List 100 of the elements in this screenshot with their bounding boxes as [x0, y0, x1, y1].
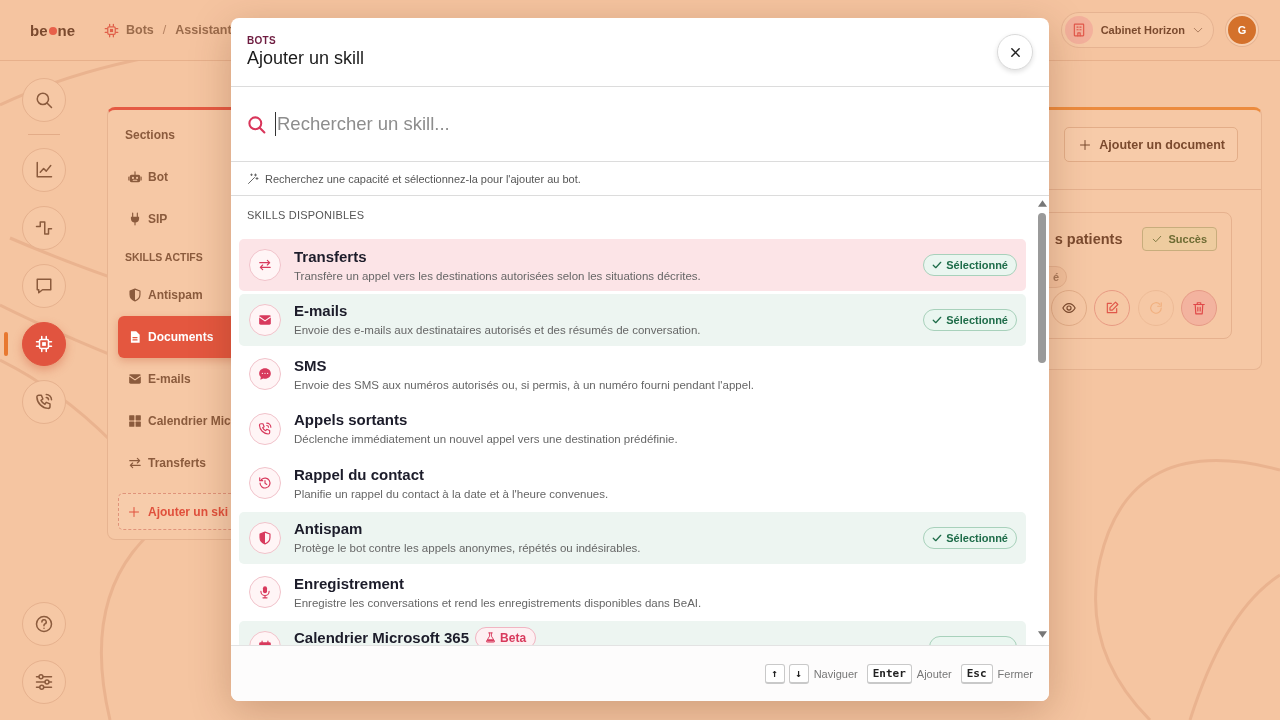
breadcrumb-separator: /: [162, 23, 167, 37]
help-icon: [35, 615, 53, 633]
hint-text: Recherchez une capacité et sélectionnez-la pour l'ajouter au bot.: [265, 172, 581, 185]
microphone-icon: [249, 576, 281, 608]
skill-name: SMS: [294, 355, 327, 375]
check-icon: [932, 314, 943, 325]
chip-icon: [35, 335, 53, 353]
shortcut-label: Naviguer: [813, 667, 858, 680]
nav-button[interactable]: [22, 602, 66, 646]
plus-icon: [128, 505, 140, 518]
nav-button[interactable]: [22, 78, 66, 122]
check-icon: [932, 260, 943, 270]
shield-icon: [128, 288, 142, 302]
sliders-icon: [35, 673, 53, 691]
dialog-title: Ajouter un skill: [247, 48, 365, 69]
skill-option[interactable]: Appels sortants Déclenche immédiatement un nouvel appel vers une destination prédéfinie.: [239, 402, 1026, 455]
skill-name: Rappel du contact: [294, 464, 424, 484]
logo-dot-icon: [48, 27, 57, 35]
check-icon: [1152, 234, 1163, 244]
sms-bubble-icon: [249, 358, 281, 390]
chip-icon: [104, 22, 120, 38]
history-icon: [249, 467, 281, 499]
search-field[interactable]: Rechercher un skill...: [275, 112, 1033, 136]
selected-label: Sélectionné: [946, 259, 1008, 271]
magic-wand-icon: [247, 172, 259, 185]
key-cap: ↑: [764, 663, 785, 684]
workspace-selector[interactable]: Cabinet Horizon: [1060, 12, 1214, 48]
logo-text: ne: [57, 21, 76, 39]
selected-label: Sélectionné: [946, 531, 1008, 544]
scroll-down-arrow-icon[interactable]: [1037, 631, 1047, 638]
trash-icon: [1192, 301, 1206, 315]
close-button[interactable]: [997, 34, 1033, 70]
eye-icon: [1061, 301, 1076, 315]
shield-icon: [249, 521, 281, 554]
skill-name: Appels sortants: [294, 410, 408, 429]
breadcrumb-link[interactable]: Bots: [126, 23, 154, 37]
nav-button[interactable]: [22, 380, 66, 424]
plug-icon: [128, 212, 142, 226]
beta-label: Beta: [500, 630, 527, 645]
skill-description: Transfère un appel vers les destinations autorisées selon les situations décrites.: [294, 268, 701, 284]
nav-button[interactable]: [22, 322, 66, 366]
key-cap: ↓: [788, 663, 809, 684]
close-icon: [1009, 46, 1021, 58]
phone-icon: [35, 393, 53, 411]
search-icon: [35, 91, 53, 109]
skill-description: Envoie des SMS aux numéros autorisés ou, si permis, à un numéro fourni pendant l'appel.: [294, 377, 754, 393]
plus-icon: [1079, 138, 1092, 151]
skill-description: Enregistre les conversations et rend les enregistrements disponibles dans BeAI.: [294, 595, 702, 611]
nav-button[interactable]: [22, 660, 66, 704]
skill-option[interactable]: Calendrier Microsoft 365 Beta: [239, 620, 1026, 645]
skill-option[interactable]: Antispam Protège le bot contre les appels anonymes, répétés ou indésirables. Sélectionné: [239, 511, 1026, 564]
nav-button[interactable]: [22, 206, 66, 250]
breadcrumb-current[interactable]: Assistant: [175, 23, 232, 37]
edit-icon: [1105, 301, 1119, 315]
skill-option[interactable]: Enregistrement Enregistre les conversations et rend les enregistrements disponibles dans BeAI.: [239, 566, 1026, 618]
selected-label: Sélectionné: [946, 313, 1008, 326]
scroll-up-arrow-icon[interactable]: [1037, 200, 1047, 207]
check-icon: [932, 532, 943, 543]
document-icon: [128, 330, 142, 344]
view-button[interactable]: [1050, 290, 1087, 326]
shortcut-label: Ajouter: [916, 667, 952, 680]
document-title: s patients: [1054, 231, 1123, 247]
skill-name: Transferts: [294, 246, 367, 266]
edit-button[interactable]: [1094, 290, 1130, 326]
user-avatar[interactable]: G: [1226, 14, 1258, 46]
pulse-icon: [35, 219, 53, 237]
refresh-icon: [1148, 301, 1163, 315]
phone-icon: [249, 412, 281, 445]
dialog-eyebrow: BOTS: [247, 35, 277, 46]
flask-icon: [485, 632, 497, 643]
skill-name: Calendrier Microsoft 365: [294, 628, 470, 645]
key-cap: Esc: [960, 663, 993, 684]
grid-icon: [128, 414, 142, 428]
transfer-arrows-icon: [249, 249, 281, 281]
envelope-icon: [249, 303, 281, 336]
list-heading: SKILLS DISPONIBLES: [246, 208, 366, 223]
skill-description: Déclenche immédiatement un nouvel appel vers une destination prédéfinie.: [294, 432, 678, 447]
panel-heading: Sections: [125, 127, 175, 144]
skill-option[interactable]: Transferts Transfère un appel vers les destinations autorisées selon les situations décrites. Sélectionné: [239, 239, 1026, 291]
nav-button[interactable]: [22, 264, 66, 308]
envelope-icon: [128, 372, 142, 386]
logo-text: be: [30, 21, 48, 39]
scrollbar-thumb[interactable]: [1038, 213, 1046, 363]
line-chart-icon: [35, 161, 53, 179]
add-document-button[interactable]: Ajouter un document: [1064, 127, 1238, 162]
transfer-arrows-icon: [128, 456, 142, 470]
status-label: Succès: [1168, 233, 1207, 245]
key-cap: Enter: [866, 663, 912, 684]
skill-option[interactable]: E-mails Envoie des e-mails aux destinataires autorisés et des résumés de conversation. Sélectionné: [239, 293, 1026, 346]
active-indicator: [4, 332, 8, 356]
skill-name: Enregistrement: [294, 573, 405, 593]
group-heading: SKILLS ACTIFS: [125, 250, 203, 265]
robot-icon: [128, 170, 142, 184]
delete-button[interactable]: [1181, 290, 1217, 326]
building-icon: [1064, 16, 1093, 44]
chat-bubble-icon: [35, 277, 53, 295]
skill-description: Protège le bot contre les appels anonymes, répétés ou indésirables.: [294, 541, 641, 556]
search-icon: [247, 114, 266, 134]
shortcut-label: Fermer: [997, 667, 1033, 680]
nav-button[interactable]: [22, 148, 66, 192]
